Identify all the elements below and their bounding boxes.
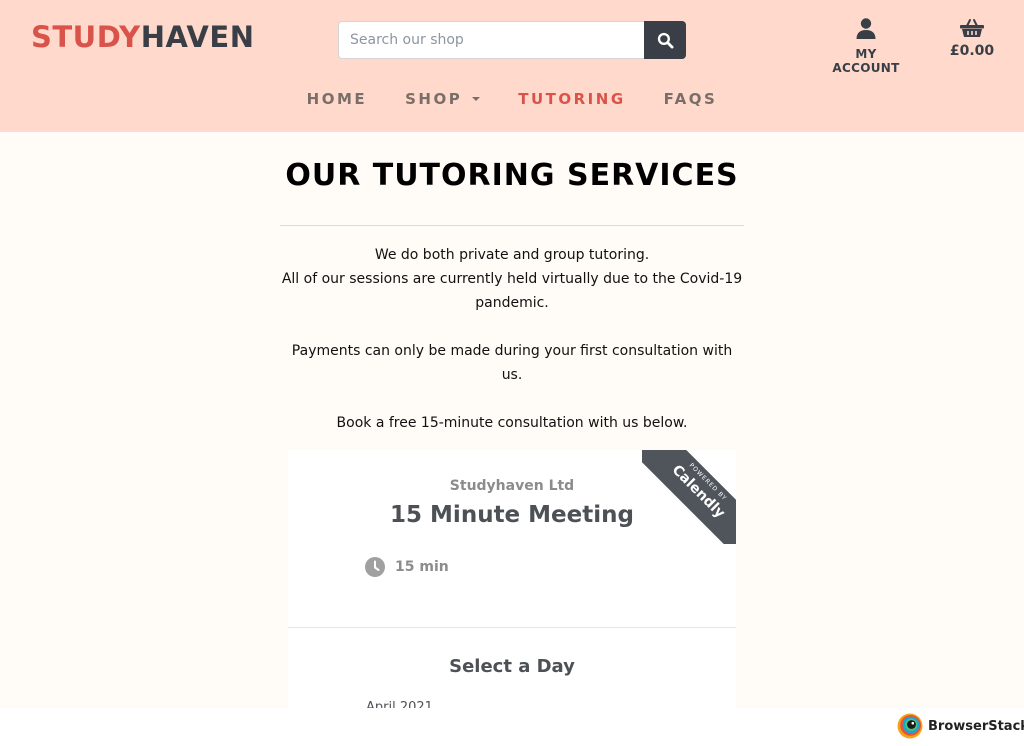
calendly-select-day: Select a Day: [449, 656, 575, 677]
basket-total: £0.00: [949, 43, 995, 59]
brand-logo[interactable]: STUDYHAVEN: [31, 20, 254, 54]
browserstack-logo-icon: [897, 713, 923, 739]
intro-line: Book a free 15-minute consultation with …: [336, 415, 688, 431]
page-title: OUR TUTORING SERVICES: [285, 158, 739, 193]
title-divider: [280, 225, 744, 226]
calendly-duration-label: 15 min: [395, 559, 449, 575]
calendly-widget: Studyhaven Ltd 15 Minute Meeting 15 min …: [288, 450, 736, 708]
browserstack-name: BrowserStack: [928, 718, 1024, 734]
user-icon: [856, 18, 876, 39]
calendly-divider: [288, 627, 736, 628]
intro-text: We do both private and group tutoring. A…: [280, 243, 744, 435]
clock-icon: [365, 557, 385, 577]
my-account-link[interactable]: MY ACCOUNT: [821, 18, 911, 75]
nav-item-shop[interactable]: SHOP: [405, 90, 481, 108]
nav-item-label: SHOP: [405, 90, 463, 108]
search-form: [338, 21, 686, 59]
calendly-ribbon: POWERED BY Calendly: [642, 450, 736, 544]
browserstack-badge: BrowserStack: [897, 713, 1024, 739]
search-icon: [657, 32, 673, 48]
search-input[interactable]: [338, 21, 644, 59]
site-header: STUDYHAVEN MY ACCOUNT £0.00 HOME: [0, 0, 1024, 132]
calendly-duration: 15 min: [365, 557, 449, 577]
nav-item-label: HOME: [306, 90, 368, 108]
intro-line: All of our sessions are currently held v…: [281, 271, 743, 311]
basket-link[interactable]: £0.00: [944, 18, 1000, 59]
calendly-month: April 2021: [366, 700, 433, 708]
brand-logo-part2: HAVEN: [140, 20, 255, 54]
basket-icon: [960, 19, 984, 37]
main-nav: HOME SHOP TUTORING FAQS: [0, 90, 1024, 108]
my-account-label: MY ACCOUNT: [832, 47, 900, 75]
brand-logo-part1: STUDY: [31, 20, 141, 54]
intro-line: Payments can only be made during your fi…: [291, 343, 733, 383]
caret-down-icon: [472, 97, 481, 101]
search-button[interactable]: [644, 21, 686, 59]
calendly-badge[interactable]: POWERED BY Calendly: [642, 450, 736, 544]
nav-item-tutoring[interactable]: TUTORING: [518, 90, 625, 108]
nav-item-label: TUTORING: [518, 90, 626, 108]
nav-item-label: FAQS: [663, 90, 718, 108]
nav-item-home[interactable]: HOME: [307, 90, 367, 108]
intro-line: We do both private and group tutoring.: [374, 247, 650, 263]
nav-item-faqs[interactable]: FAQS: [664, 90, 718, 108]
bottom-bar: [0, 708, 1024, 746]
